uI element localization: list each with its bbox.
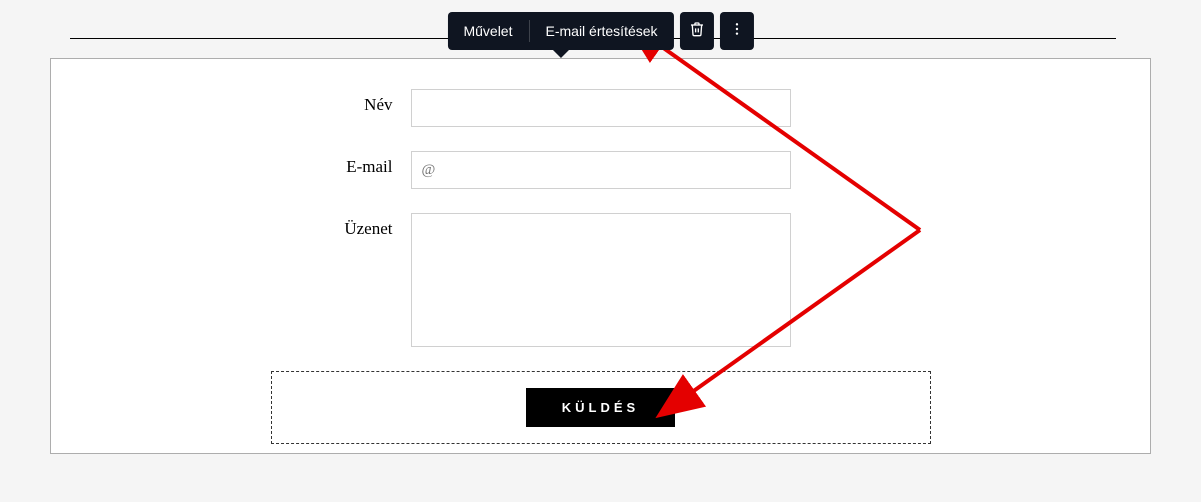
form-row-message: Üzenet <box>51 213 1150 347</box>
name-label: Név <box>231 89 411 115</box>
name-input[interactable] <box>411 89 791 127</box>
more-menu-button[interactable] <box>720 12 754 50</box>
delete-button[interactable] <box>680 12 714 50</box>
message-label: Üzenet <box>231 213 411 239</box>
message-textarea[interactable] <box>411 213 791 347</box>
submit-row-selected[interactable]: KÜLDÉS <box>271 371 931 444</box>
email-label: E-mail <box>231 151 411 177</box>
form-row-name: Név <box>51 89 1150 127</box>
email-input[interactable] <box>411 151 791 189</box>
dots-vertical-icon <box>729 21 745 42</box>
tab-email-notifications[interactable]: E-mail értesítések <box>529 12 673 50</box>
form-row-email: E-mail <box>51 151 1150 189</box>
editor-toolbar: Művelet E-mail értesítések <box>447 12 753 50</box>
form-body: Név E-mail Üzenet KÜLDÉS <box>51 59 1150 444</box>
submit-button[interactable]: KÜLDÉS <box>526 388 675 427</box>
tab-action[interactable]: Művelet <box>447 12 528 50</box>
trash-icon <box>689 21 705 42</box>
toolbar-main-group: Művelet E-mail értesítések <box>447 12 673 50</box>
form-container: Név E-mail Üzenet KÜLDÉS <box>50 58 1151 454</box>
